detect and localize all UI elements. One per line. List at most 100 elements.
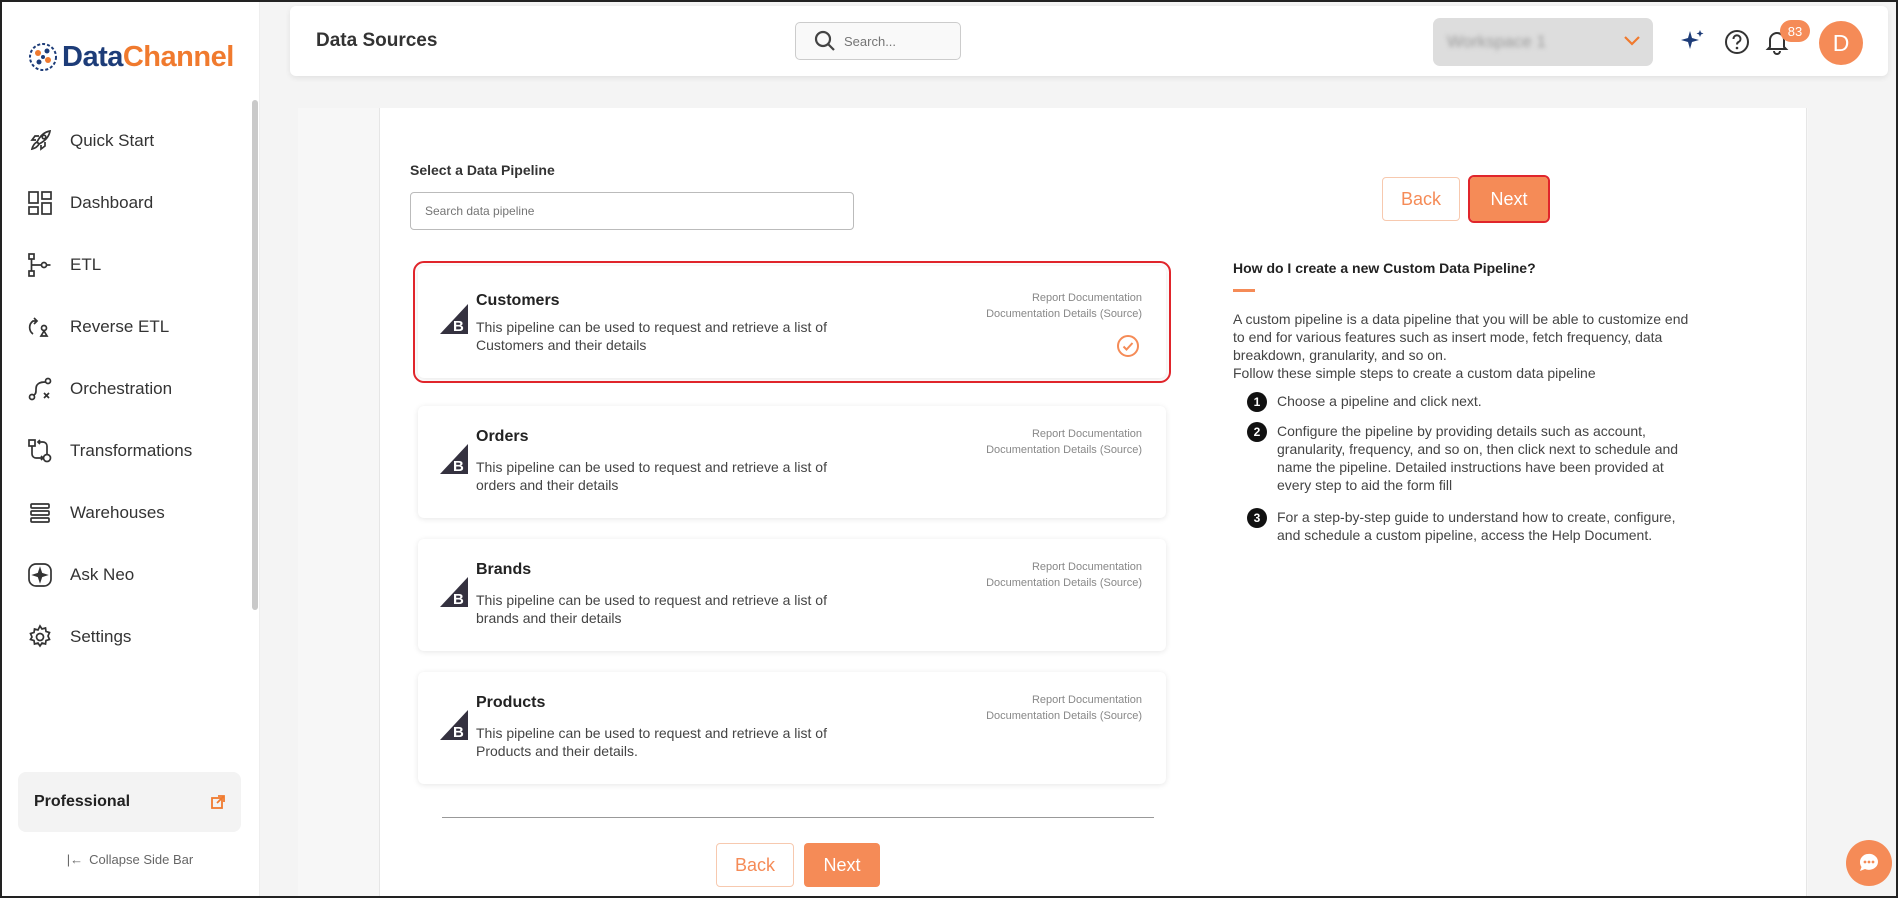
collapse-label: Collapse Side Bar <box>89 852 194 867</box>
sidebar-item-label: Warehouses <box>70 503 165 522</box>
pipeline-search-input[interactable] <box>410 192 854 230</box>
reverse-etl-icon <box>26 313 54 341</box>
pipeline-description: This pipeline can be used to request and… <box>476 459 827 493</box>
external-link-icon[interactable] <box>211 795 225 809</box>
top-header: Data Sources Workspace 1 83 D <box>290 6 1888 76</box>
pipeline-card-brands[interactable]: B Brands This pipeline can be used to re… <box>418 539 1166 651</box>
pipeline-name: Brands <box>476 561 532 578</box>
sidebar-item-quick-start[interactable]: Quick Start <box>2 110 252 172</box>
app-window: DataChannel Quick Start Dashboard ETL Re… <box>0 0 1898 898</box>
page-title: Data Sources <box>316 30 438 51</box>
sidebar-item-label: ETL <box>70 255 102 274</box>
svg-text:B: B <box>453 458 464 474</box>
plan-card[interactable]: Professional <box>18 772 241 832</box>
sidebar-item-warehouses[interactable]: Warehouses <box>2 482 252 544</box>
avatar[interactable]: D <box>1819 21 1863 65</box>
help-panel: How do I create a new Custom Data Pipeli… <box>1233 260 1699 544</box>
sidebar-item-dashboard[interactable]: Dashboard <box>2 172 252 234</box>
chevron-down-icon <box>1624 36 1640 46</box>
sidebar-item-label: Transformations <box>70 441 193 460</box>
documentation-details-link[interactable]: Documentation Details (Source) <box>986 577 1142 589</box>
sparkle-icon[interactable] <box>1678 28 1706 56</box>
bigcommerce-logo-icon: B <box>440 710 468 740</box>
global-search[interactable] <box>795 22 961 60</box>
transformations-icon <box>26 437 54 465</box>
help-accent-bar <box>1233 289 1255 292</box>
pipeline-name: Products <box>476 694 546 711</box>
step-number: 1 <box>1247 392 1267 412</box>
sidebar-item-label: Ask Neo <box>70 565 135 584</box>
workspace-selector[interactable]: Workspace 1 <box>1433 18 1653 66</box>
check-circle-icon <box>1117 335 1139 357</box>
back-button-top[interactable]: Back <box>1382 177 1460 221</box>
help-steps: 1 Choose a pipeline and click next. 2 Co… <box>1233 392 1699 544</box>
chat-button[interactable] <box>1846 840 1892 886</box>
search-icon <box>814 30 835 51</box>
documentation-details-link[interactable]: Documentation Details (Source) <box>986 444 1142 456</box>
report-documentation-link[interactable]: Report Documentation <box>1032 292 1142 304</box>
step-text: Choose a pipeline and click next. <box>1277 393 1482 409</box>
report-documentation-link[interactable]: Report Documentation <box>1032 428 1142 440</box>
step-number: 3 <box>1247 508 1267 528</box>
sidebar-item-label: Quick Start <box>70 131 155 150</box>
svg-text:B: B <box>453 318 464 334</box>
sidebar-item-etl[interactable]: ETL <box>2 234 252 296</box>
sidebar-item-ask-neo[interactable]: Ask Neo <box>2 544 252 606</box>
documentation-details-link[interactable]: Documentation Details (Source) <box>986 308 1142 320</box>
sidebar-item-label: Settings <box>70 627 132 646</box>
sidebar-item-orchestration[interactable]: Orchestration <box>2 358 252 420</box>
sidebar-item-reverse-etl[interactable]: Reverse ETL <box>2 296 252 358</box>
bigcommerce-logo-icon: B <box>440 304 468 334</box>
pipeline-name: Customers <box>476 292 560 309</box>
logo-text-data: Data <box>62 40 123 73</box>
sidebar: DataChannel Quick Start Dashboard ETL Re… <box>2 2 260 896</box>
report-documentation-link[interactable]: Report Documentation <box>1032 561 1142 573</box>
sidebar-nav: Quick Start Dashboard ETL Reverse ETL Or… <box>2 110 252 668</box>
pipeline-description: This pipeline can be used to request and… <box>476 319 827 353</box>
logo-icon <box>29 43 57 71</box>
pipeline-card-customers[interactable]: B Customers This pipeline can be used to… <box>413 261 1171 383</box>
bigcommerce-logo-icon: B <box>440 444 468 474</box>
divider <box>442 817 1154 818</box>
help-title: How do I create a new Custom Data Pipeli… <box>1233 260 1536 276</box>
workspace-name: Workspace 1 <box>1447 32 1546 51</box>
sidebar-item-label: Dashboard <box>70 193 154 212</box>
sidebar-item-label: Reverse ETL <box>70 317 170 336</box>
collapse-sidebar-button[interactable]: |← Collapse Side Bar <box>2 852 258 867</box>
step-number: 2 <box>1247 422 1267 442</box>
next-button-top[interactable]: Next <box>1468 175 1550 223</box>
search-input[interactable] <box>844 33 944 49</box>
back-button-bottom[interactable]: Back <box>716 843 794 887</box>
help-step: 2 Configure the pipeline by providing de… <box>1233 422 1699 494</box>
next-button-bottom[interactable]: Next <box>804 843 880 887</box>
collapse-arrow-icon: |← <box>66 852 84 867</box>
help-step: 1 Choose a pipeline and click next. <box>1233 392 1699 412</box>
sidebar-item-label: Orchestration <box>70 379 173 398</box>
select-pipeline-label: Select a Data Pipeline <box>410 162 555 178</box>
notification-badge: 83 <box>1780 20 1810 42</box>
help-intro2-text: Follow these simple steps to create a cu… <box>1233 365 1596 381</box>
chat-icon <box>1859 853 1878 871</box>
pipeline-card-orders[interactable]: B Orders This pipeline can be used to re… <box>418 406 1166 518</box>
dashboard-icon <box>26 189 54 217</box>
report-documentation-link[interactable]: Report Documentation <box>1032 694 1142 706</box>
sidebar-scrollbar[interactable] <box>252 100 258 610</box>
svg-text:B: B <box>453 591 464 607</box>
step-text: For a step-by-step guide to understand h… <box>1277 509 1676 543</box>
help-intro: A custom pipeline is a data pipeline tha… <box>1233 310 1699 382</box>
ask-neo-icon <box>26 561 54 589</box>
gear-icon <box>26 623 54 651</box>
sidebar-item-settings[interactable]: Settings <box>2 606 252 668</box>
pipeline-name: Orders <box>476 428 529 445</box>
bigcommerce-logo-icon: B <box>440 577 468 607</box>
sidebar-item-transformations[interactable]: Transformations <box>2 420 252 482</box>
warehouses-icon <box>26 499 54 527</box>
logo[interactable]: DataChannel <box>26 40 234 74</box>
help-intro-text: A custom pipeline is a data pipeline tha… <box>1233 311 1689 363</box>
plan-label: Professional <box>34 793 131 810</box>
svg-text:B: B <box>453 724 464 740</box>
logo-text: DataChannel <box>62 41 234 74</box>
help-icon[interactable] <box>1723 28 1751 56</box>
pipeline-card-products[interactable]: B Products This pipeline can be used to … <box>418 672 1166 784</box>
documentation-details-link[interactable]: Documentation Details (Source) <box>986 710 1142 722</box>
